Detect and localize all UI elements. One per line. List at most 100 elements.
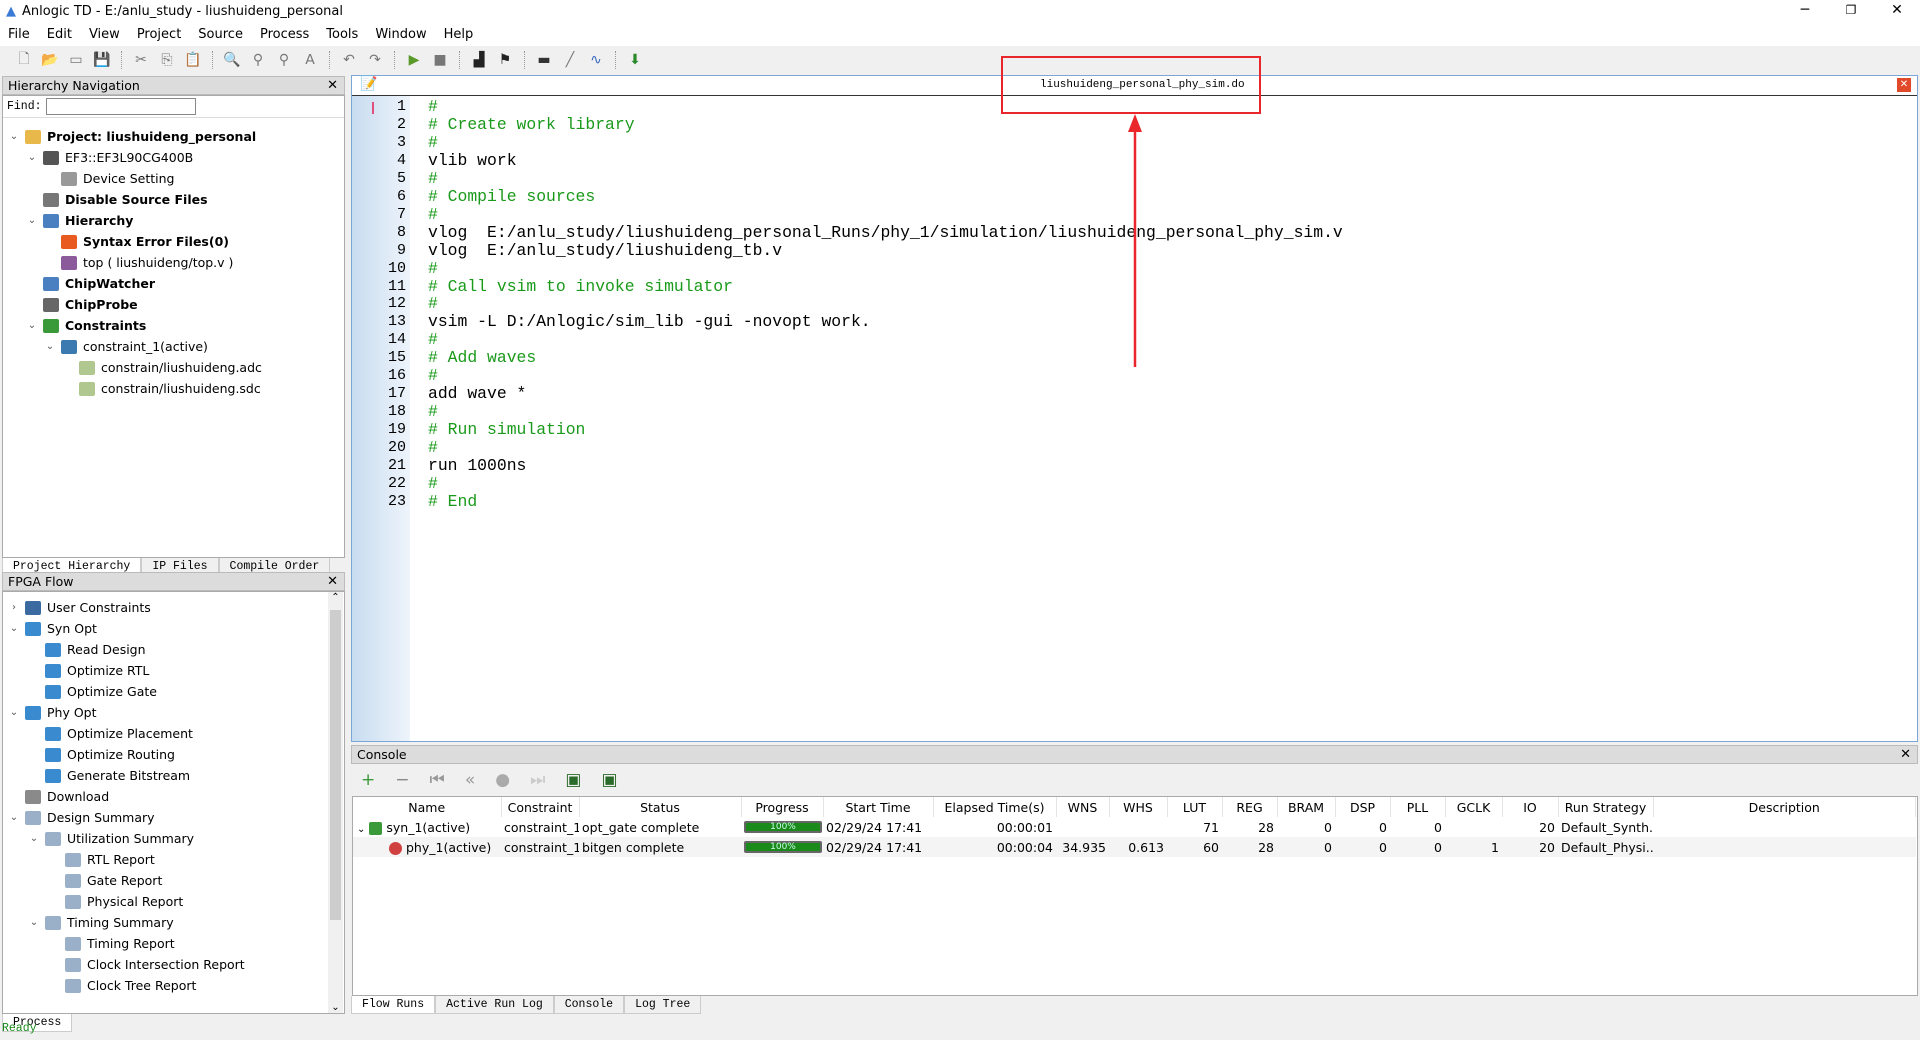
tree-item[interactable]: Gate Report (3, 870, 344, 891)
tree-item[interactable]: ⌄ constraint_1(active) (3, 336, 344, 357)
back-icon[interactable]: « (465, 770, 475, 790)
close-panel-button[interactable]: ✕ (1900, 747, 1917, 762)
column-header[interactable]: PLL (1390, 797, 1446, 817)
column-header[interactable]: Elapsed Time(s) (933, 797, 1057, 817)
expand-chevron-icon[interactable]: ⌄ (27, 833, 41, 844)
tree-item[interactable]: Disable Source Files (3, 189, 344, 210)
find-next-icon[interactable]: ⚲ (274, 50, 294, 70)
table-row[interactable]: phy_1(active) constraint_1 bitgen complete… (353, 837, 1916, 857)
close-panel-button[interactable]: ✕ (327, 78, 344, 93)
column-header[interactable]: IO (1502, 797, 1559, 817)
tab-flow-runs[interactable]: Flow Runs (351, 996, 436, 1014)
expand-icon[interactable]: ▣ (565, 770, 581, 790)
replace-icon[interactable]: ꓮ (300, 50, 320, 70)
tree-item[interactable]: top ( liushuideng/top.v ) (3, 252, 344, 273)
close-editor-button[interactable]: ✕ (1897, 78, 1911, 92)
tree-item[interactable]: Download (3, 786, 344, 807)
menu-file[interactable]: File (8, 27, 30, 42)
tree-item[interactable]: Optimize RTL (3, 660, 344, 681)
tree-item[interactable]: ⌄ Hierarchy (3, 210, 344, 231)
new-file-icon[interactable]: 🗋 (14, 50, 34, 70)
save-icon[interactable]: 💾 (92, 50, 112, 70)
tree-item[interactable]: Device Setting (3, 168, 344, 189)
column-header[interactable]: Progress (741, 797, 824, 817)
find-prev-icon[interactable]: ⚲ (248, 50, 268, 70)
cut-icon[interactable]: ✂ (131, 50, 151, 70)
minimize-button[interactable]: ─ (1782, 0, 1828, 22)
chart-icon[interactable]: ▟ (469, 50, 489, 70)
tab-log-tree[interactable]: Log Tree (624, 996, 702, 1014)
tree-item[interactable]: Optimize Gate (3, 681, 344, 702)
menu-tools[interactable]: Tools (326, 27, 358, 42)
tree-item[interactable]: ⌄ EF3::EF3L90CG400B (3, 147, 344, 168)
expand-chevron-icon[interactable]: ⌄ (25, 152, 39, 163)
column-header[interactable]: GCLK (1445, 797, 1503, 817)
last-icon[interactable]: ⏭ (530, 770, 545, 790)
expand-chevron-icon[interactable]: ⌄ (7, 707, 21, 718)
column-header[interactable]: Description (1653, 797, 1916, 817)
tree-item[interactable]: ⌄ Utilization Summary (3, 828, 344, 849)
menu-help[interactable]: Help (444, 27, 474, 42)
tree-item[interactable]: ⌄ Constraints (3, 315, 344, 336)
find-input[interactable] (45, 98, 196, 115)
column-header[interactable]: Name (353, 797, 502, 817)
tree-item[interactable]: Optimize Placement (3, 723, 344, 744)
first-icon[interactable]: ⏮ (430, 770, 445, 790)
expand-chevron-icon[interactable]: › (7, 602, 21, 613)
menu-edit[interactable]: Edit (47, 27, 72, 42)
waveform-icon[interactable]: ∿ (586, 50, 606, 70)
tab-active-run-log[interactable]: Active Run Log (435, 996, 554, 1014)
column-header[interactable]: DSP (1335, 797, 1391, 817)
expand-chevron-icon[interactable]: ⌄ (25, 215, 39, 226)
flag-icon[interactable]: ⚑ (495, 50, 515, 70)
tree-item[interactable]: ChipWatcher (3, 273, 344, 294)
expand-chevron-icon[interactable]: ⌄ (43, 341, 57, 352)
column-header[interactable]: Constraint (501, 797, 580, 817)
tree-item[interactable]: ⌄ Syn Opt (3, 618, 344, 639)
undo-icon[interactable]: ↶ (339, 50, 359, 70)
expand-chevron-icon[interactable]: ⌄ (7, 812, 21, 823)
find-icon[interactable]: 🔍 (222, 50, 242, 70)
column-header[interactable]: WHS (1109, 797, 1168, 817)
tree-item[interactable]: ⌄ Project: liushuideng_personal (3, 126, 344, 147)
column-header[interactable]: LUT (1167, 797, 1223, 817)
expand-chevron-icon[interactable]: ⌄ (357, 824, 365, 835)
copy-icon[interactable]: ⎘ (157, 50, 177, 70)
run-icon[interactable]: ▶ (404, 50, 424, 70)
stop-icon[interactable]: ■ (430, 50, 450, 70)
menu-view[interactable]: View (89, 27, 120, 42)
column-header[interactable]: Status (579, 797, 742, 817)
open-icon[interactable]: 📂 (40, 50, 60, 70)
column-header[interactable]: Start Time (823, 797, 934, 817)
menu-window[interactable]: Window (375, 27, 426, 42)
tree-item[interactable]: ⌄ Phy Opt (3, 702, 344, 723)
download-icon[interactable]: ⬇ (625, 50, 645, 70)
column-header[interactable]: BRAM (1277, 797, 1336, 817)
tree-item[interactable]: ⌄ Timing Summary (3, 912, 344, 933)
redo-icon[interactable]: ↷ (365, 50, 385, 70)
tree-item[interactable]: Clock Intersection Report (3, 954, 344, 975)
add-icon[interactable]: + (361, 770, 375, 790)
tree-item[interactable]: ChipProbe (3, 294, 344, 315)
tree-item[interactable]: constrain/liushuideng.adc (3, 357, 344, 378)
menu-project[interactable]: Project (137, 27, 181, 42)
tree-item[interactable]: Generate Bitstream (3, 765, 344, 786)
menu-process[interactable]: Process (260, 27, 309, 42)
chip-icon[interactable]: ▬ (534, 50, 554, 70)
expand-chevron-icon[interactable]: ⌄ (7, 131, 21, 142)
column-header[interactable]: Run Strategy (1558, 797, 1654, 817)
paste-icon[interactable]: 📋 (183, 50, 203, 70)
tree-item[interactable]: › User Constraints (3, 597, 344, 618)
tree-item[interactable]: ⌄ Design Summary (3, 807, 344, 828)
remove-icon[interactable]: − (395, 770, 409, 790)
close-icon[interactable]: ▭ (66, 50, 86, 70)
expand-chevron-icon[interactable]: ⌄ (27, 917, 41, 928)
tree-item[interactable]: Clock Tree Report (3, 975, 344, 996)
tree-item[interactable]: constrain/liushuideng.sdc (3, 378, 344, 399)
restore-button[interactable]: ❐ (1828, 0, 1874, 22)
tree-item[interactable]: Syntax Error Files(0) (3, 231, 344, 252)
tree-item[interactable]: Optimize Routing (3, 744, 344, 765)
tree-item[interactable]: Read Design (3, 639, 344, 660)
table-row[interactable]: ⌄ syn_1(active) constraint_1 opt_gate compl… (353, 817, 1916, 837)
play-icon[interactable]: ● (495, 770, 510, 790)
